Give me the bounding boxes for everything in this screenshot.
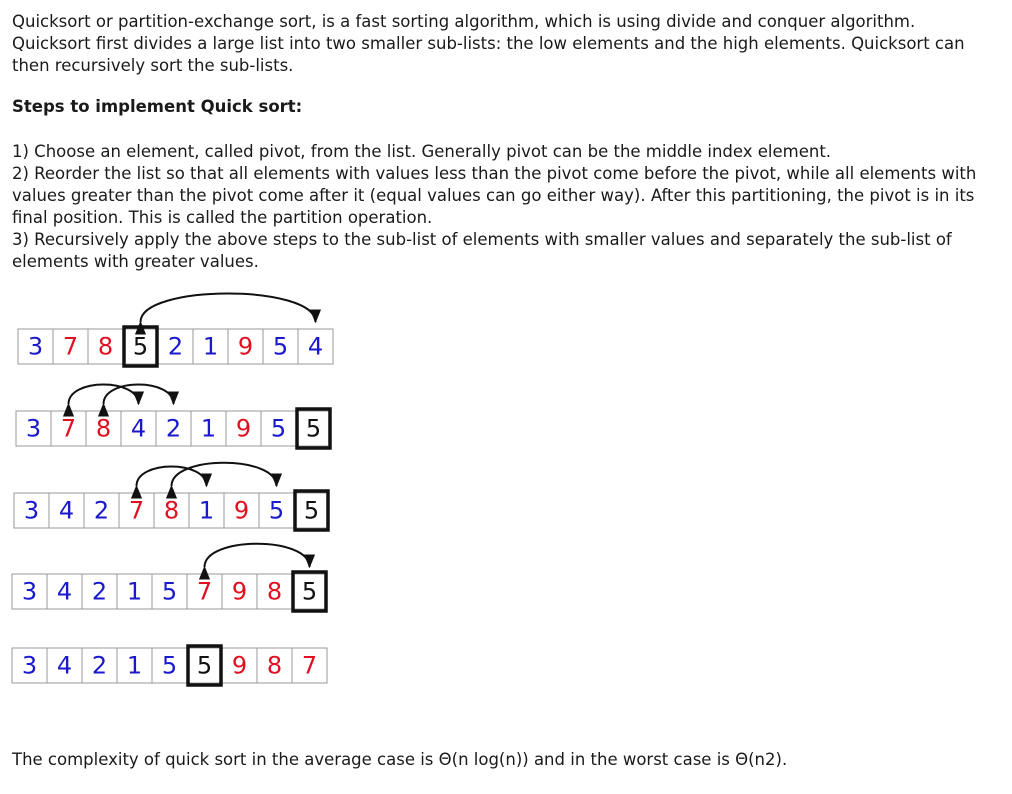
pivot-value: 5 xyxy=(133,333,148,361)
pivot-value: 5 xyxy=(304,497,319,525)
array-value: 5 xyxy=(273,333,288,361)
swap-arrow xyxy=(134,292,322,335)
pivot-value: 5 xyxy=(197,652,212,680)
array-value: 3 xyxy=(24,497,39,525)
pivot-value: 5 xyxy=(306,415,321,443)
array-value: 7 xyxy=(129,497,144,525)
swap-arrow xyxy=(165,461,283,499)
array-value: 3 xyxy=(28,333,43,361)
array-value: 1 xyxy=(203,333,218,361)
intro-paragraph: Quicksort or partition-exchange sort, is… xyxy=(12,12,965,75)
array-value: 3 xyxy=(22,652,37,680)
step-1: 1) Choose an element, called pivot, from… xyxy=(12,142,832,161)
array-value: 2 xyxy=(94,497,109,525)
array-value: 4 xyxy=(57,652,72,680)
array-value: 9 xyxy=(232,578,247,606)
array-value: 9 xyxy=(238,333,253,361)
array-value: 1 xyxy=(127,578,142,606)
array-value: 4 xyxy=(308,333,323,361)
array-value: 5 xyxy=(162,652,177,680)
array-value: 4 xyxy=(131,415,146,443)
array-value: 3 xyxy=(22,578,37,606)
step-2: 2) Reorder the list so that all elements… xyxy=(12,164,977,227)
array-value: 1 xyxy=(199,497,214,525)
quicksort-diagram: 3 7 8 5 2 1 9 5 43 7 8 4 2 1 9 5 53 4 2 7 8 1 9 5 53 4 2 1 5 7 9 8 53 4 2 1… xyxy=(11,292,334,687)
array-value: 9 xyxy=(236,415,251,443)
array-value: 7 xyxy=(63,333,78,361)
array-value: 8 xyxy=(164,497,179,525)
array-value: 2 xyxy=(92,652,107,680)
steps-list: 1) Choose an element, called pivot, from… xyxy=(12,141,997,273)
array-value: 2 xyxy=(92,578,107,606)
array-value: 8 xyxy=(267,652,282,680)
swap-arrow xyxy=(198,542,316,580)
array-value: 1 xyxy=(127,652,142,680)
array-value: 7 xyxy=(61,415,76,443)
array-value: 9 xyxy=(234,497,249,525)
array-value: 4 xyxy=(57,578,72,606)
array-value: 2 xyxy=(168,333,183,361)
array-value: 1 xyxy=(201,415,216,443)
array-value: 8 xyxy=(98,333,113,361)
array-value: 3 xyxy=(26,415,41,443)
pivot-value: 5 xyxy=(302,578,317,606)
step-3: 3) Recursively apply the above steps to … xyxy=(12,230,952,271)
array-value: 7 xyxy=(197,578,212,606)
array-value: 5 xyxy=(271,415,286,443)
array-value: 5 xyxy=(269,497,284,525)
steps-heading: Steps to implement Quick sort: xyxy=(12,97,303,116)
array-value: 8 xyxy=(267,578,282,606)
array-value: 9 xyxy=(232,652,247,680)
array-value: 5 xyxy=(162,578,177,606)
array-value: 8 xyxy=(96,415,111,443)
array-value: 4 xyxy=(59,497,74,525)
array-value: 7 xyxy=(302,652,317,680)
complexity-note: The complexity of quick sort in the aver… xyxy=(12,750,788,769)
array-value: 2 xyxy=(166,415,181,443)
